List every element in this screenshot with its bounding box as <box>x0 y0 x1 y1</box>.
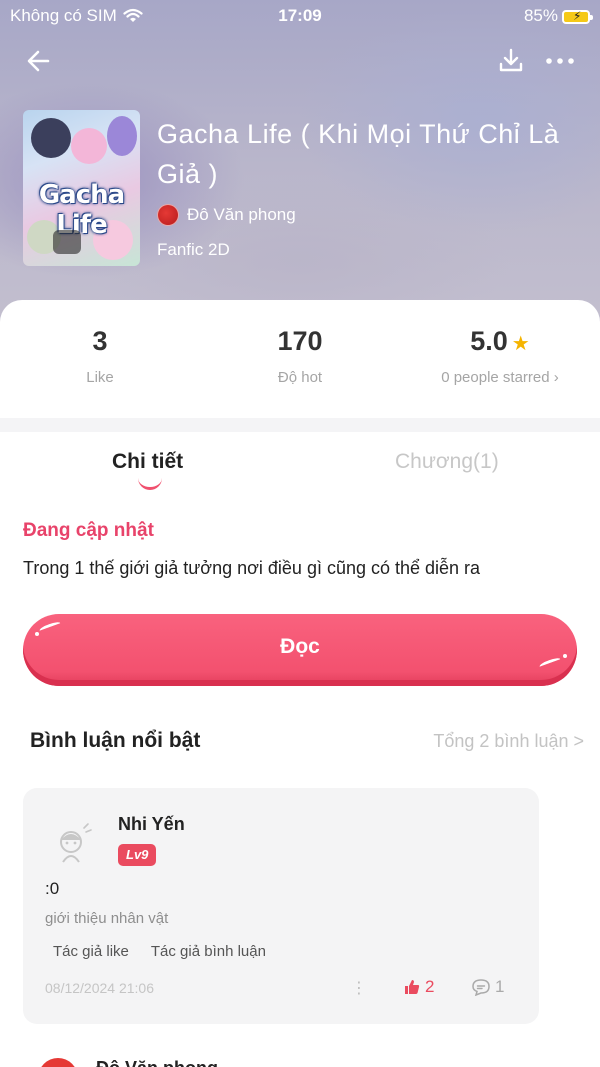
commenter-name[interactable]: Nhi Yến <box>118 814 185 835</box>
comment-date: 08/12/2024 21:06 <box>45 980 154 996</box>
comment-menu-icon[interactable]: ⋮ <box>351 978 367 998</box>
star-icon: ★ <box>511 333 530 355</box>
button-shine <box>563 654 567 658</box>
comment-chapter[interactable]: giới thiệu nhân vật <box>45 910 168 927</box>
book-description: Trong 1 thế giới giả tưởng nơi điều gì c… <box>23 558 481 578</box>
battery-percent: 85% <box>523 6 558 25</box>
section-divider <box>0 418 600 432</box>
like-count: 2 <box>425 977 435 996</box>
book-title: Gacha Life ( Khi Mọi Thứ Chỉ Là Giả ) <box>157 119 560 189</box>
rating-label: 0 people starred › <box>441 369 559 386</box>
rating-stat[interactable]: 5.0 ★ 0 people starred › <box>410 326 590 386</box>
tab-chapters[interactable]: Chương(1) <box>395 450 499 474</box>
cover-character <box>31 118 71 158</box>
comment-card[interactable]: Nhi Yến Lv9 :0 giới thiệu nhân vật Tác g… <box>23 788 539 1024</box>
button-shine <box>538 656 562 670</box>
book-cover[interactable]: Gacha Life <box>23 110 140 266</box>
button-shine <box>38 620 62 634</box>
all-comments-link[interactable]: Tổng 2 bình luận > <box>433 731 584 752</box>
active-tab-indicator <box>138 478 162 490</box>
author-commented-tag: Tác giả bình luận <box>150 943 266 960</box>
more-options-icon[interactable] <box>542 46 578 76</box>
level-badge: Lv9 <box>118 844 157 866</box>
like-count: 3 <box>92 326 108 356</box>
read-button-label: Đọc <box>280 635 320 658</box>
author-name: Đô Văn phong <box>187 205 296 224</box>
like-label: Like <box>86 369 114 386</box>
comment-tags: Tác giả like Tác giả bình luận <box>53 943 266 960</box>
like-stat: 3 Like <box>40 326 160 386</box>
author-liked-tag: Tác giả like <box>53 943 129 960</box>
comment-like-button[interactable]: 2 <box>403 977 434 997</box>
thumbs-up-icon <box>405 980 420 994</box>
back-arrow-icon[interactable] <box>22 44 56 78</box>
clock: 17:09 <box>278 6 322 25</box>
author-row[interactable]: Đô Văn phong <box>157 204 296 226</box>
status-bar: Không có SIM 17:09 85% ⚡ <box>0 0 600 32</box>
hot-count: 170 <box>277 326 323 356</box>
cover-title: Gacha Life <box>38 180 125 240</box>
update-status: Đang cập nhật <box>23 520 154 541</box>
read-button[interactable]: Đọc <box>23 614 577 686</box>
next-commenter-avatar <box>38 1058 78 1067</box>
genre-label: Fanfic 2D <box>157 240 230 259</box>
cover-character <box>107 116 137 156</box>
user-avatar-icon <box>60 823 92 863</box>
battery-icon: ⚡ <box>562 9 593 24</box>
button-shine <box>35 632 39 636</box>
hot-label: Độ hot <box>277 369 323 386</box>
chat-bubble-icon <box>472 979 490 996</box>
download-icon[interactable] <box>496 46 526 76</box>
author-avatar <box>157 204 179 226</box>
reply-count: 1 <box>495 977 505 996</box>
comment-text: :0 <box>45 879 60 898</box>
comment-reply-button[interactable]: 1 <box>471 977 504 997</box>
featured-comments-title: Bình luận nổi bật <box>30 729 201 752</box>
hot-stat: 170 Độ hot <box>240 326 360 386</box>
rating-value: 5.0 <box>470 326 508 356</box>
next-commenter-name[interactable]: Đô Văn phong <box>96 1058 218 1067</box>
stats-panel: 3 Like 170 Độ hot 5.0 ★ 0 people starred … <box>0 300 600 418</box>
cover-character <box>71 128 107 164</box>
tab-detail[interactable]: Chi tiết <box>112 450 183 474</box>
cover-chat-badge <box>53 230 81 254</box>
